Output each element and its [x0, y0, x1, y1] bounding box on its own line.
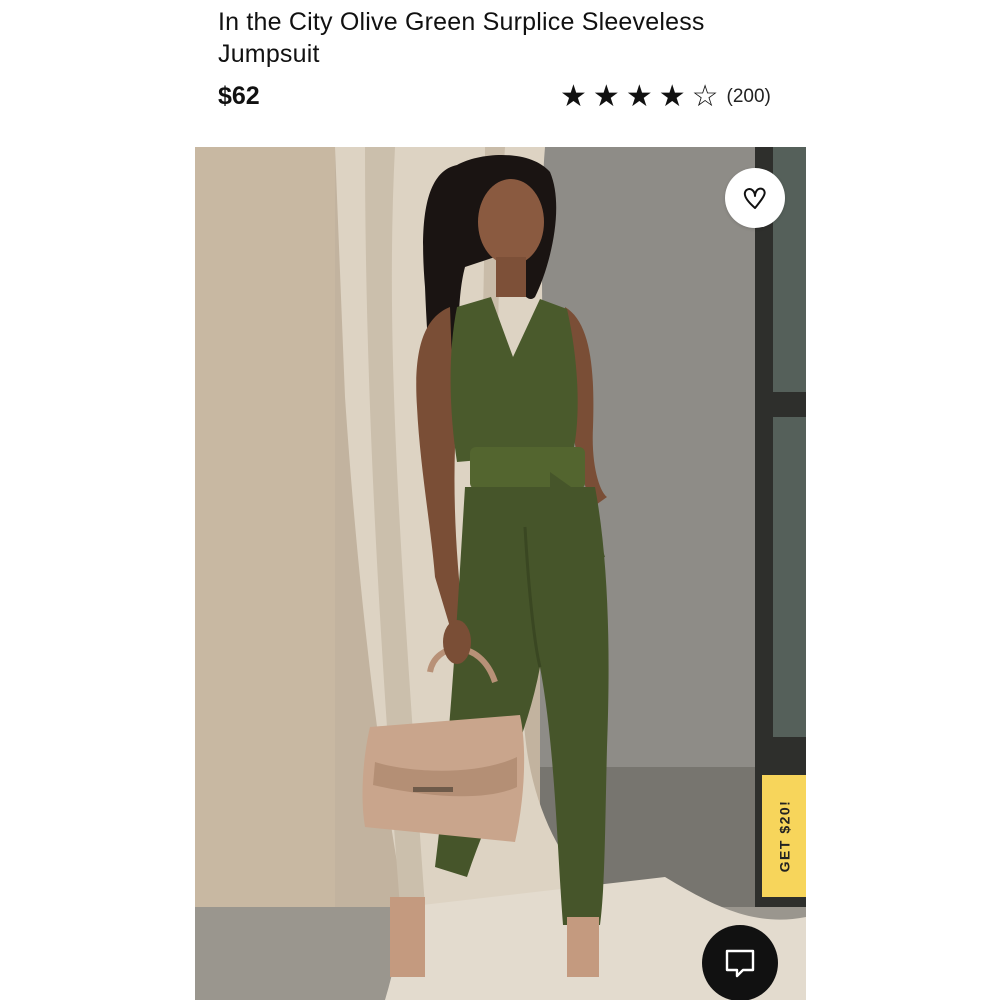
promo-tab[interactable]: GET $20!	[762, 775, 806, 897]
star-icon: ★	[658, 80, 686, 113]
star-icon: ★	[625, 80, 653, 113]
product-image[interactable]	[195, 147, 806, 1000]
star-icon: ★	[560, 80, 587, 113]
chat-button[interactable]	[702, 925, 778, 1000]
product-title: In the City Olive Green Surplice Sleevel…	[218, 8, 705, 68]
review-count[interactable]: (200)	[727, 86, 771, 108]
product-photo-illustration	[195, 147, 806, 1000]
promo-label: GET $20!	[776, 799, 793, 873]
product-price: $62	[218, 82, 260, 110]
star-outline-icon: ☆	[691, 80, 719, 113]
chat-icon	[725, 949, 755, 978]
product-rating[interactable]: ★ ★ ★ ★ ☆ (200)	[560, 82, 771, 112]
favorite-button[interactable]	[725, 168, 785, 228]
star-icon: ★	[592, 80, 620, 113]
heart-icon	[743, 187, 766, 209]
product-header: In the City Olive Green Surplice Sleevel…	[218, 6, 798, 70]
